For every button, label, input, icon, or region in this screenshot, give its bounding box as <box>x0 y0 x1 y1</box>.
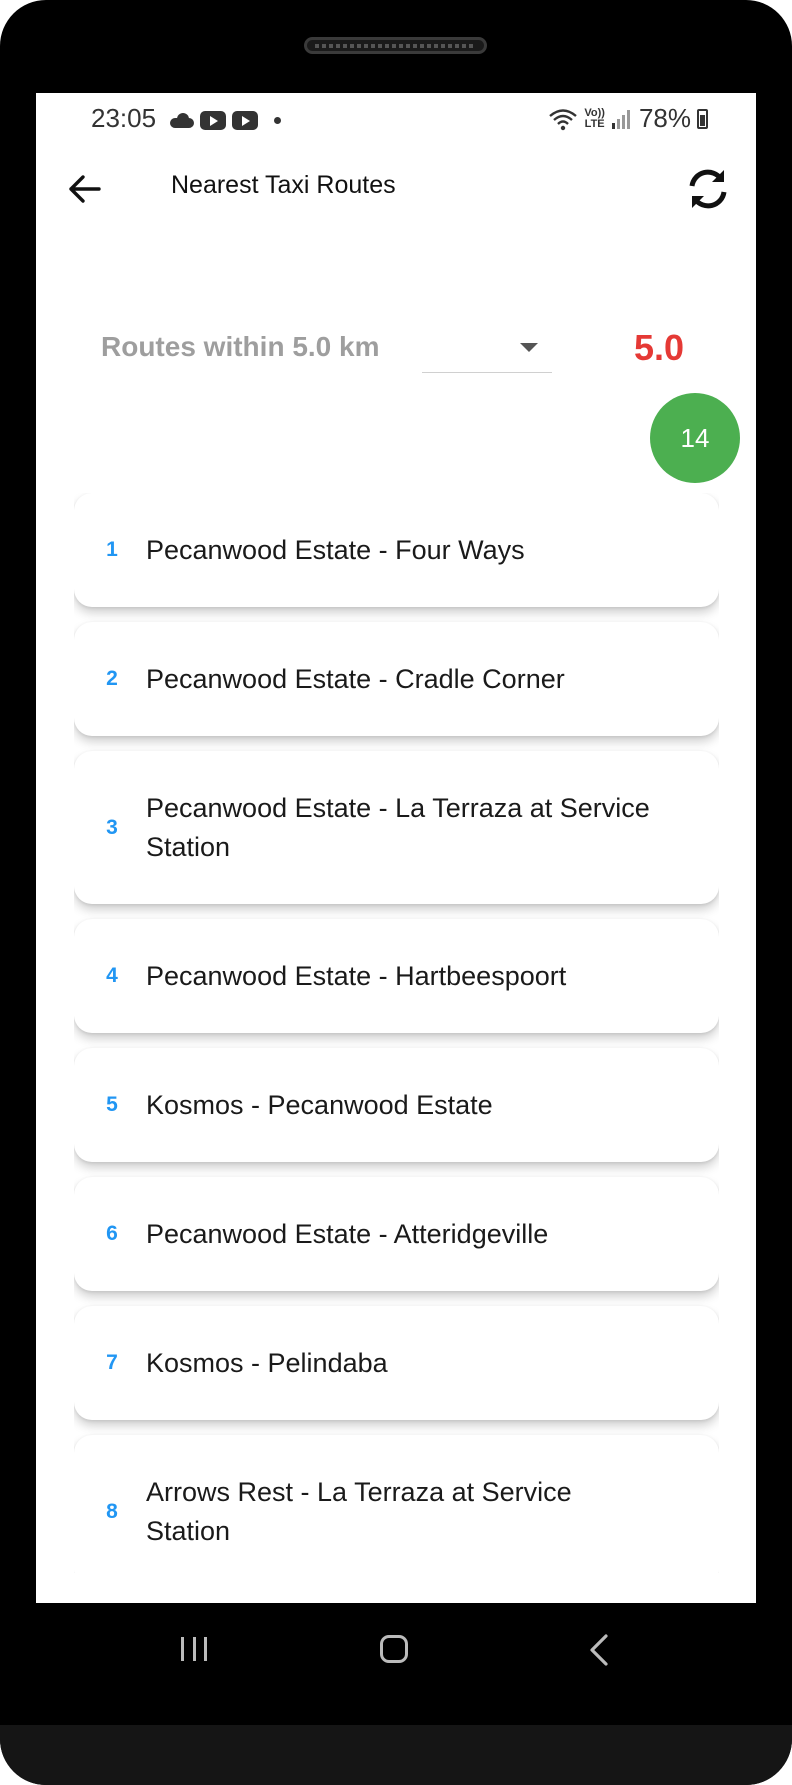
refresh-icon <box>689 169 727 209</box>
volte-top-text: Vo)) <box>584 106 605 119</box>
youtube-icon <box>200 110 226 130</box>
volte-bottom-text: LTE <box>584 117 605 130</box>
route-card[interactable]: 3 Pecanwood Estate - La Terraza at Servi… <box>74 751 719 904</box>
route-index: 2 <box>106 667 118 690</box>
arrow-left-icon <box>69 175 101 203</box>
route-index: 1 <box>106 538 118 561</box>
route-name: Pecanwood Estate - La Terraza at Service… <box>146 792 650 862</box>
route-index: 5 <box>106 1093 118 1116</box>
distance-value: 5.0 <box>634 327 685 368</box>
route-index: 7 <box>106 1351 118 1374</box>
route-name: Pecanwood Estate - Hartbeespoort <box>146 960 567 991</box>
wifi-icon <box>549 108 578 130</box>
app-screen: 23:05 Vo)) LTE 78% Nearest Taxi Routes R… <box>36 93 756 1603</box>
refresh-button[interactable] <box>682 163 734 215</box>
route-index: 3 <box>106 815 118 839</box>
route-card[interactable]: 4 Pecanwood Estate - Hartbeespoort <box>74 919 719 1033</box>
dot-icon <box>274 116 281 124</box>
route-name: Pecanwood Estate - Four Ways <box>146 534 525 565</box>
battery-percent: 78% <box>638 103 691 133</box>
route-count: 14 <box>680 422 710 453</box>
route-card[interactable]: 6 Pecanwood Estate - Atteridgeville <box>74 1177 719 1291</box>
route-card[interactable]: 5 Kosmos - Pecanwood Estate <box>74 1048 719 1162</box>
status-bar: 23:05 Vo)) LTE 78% <box>36 93 756 145</box>
system-nav-bar <box>36 1603 756 1693</box>
cloud-icon <box>170 113 194 128</box>
back-button[interactable] <box>62 167 106 211</box>
status-time: 23:05 <box>91 103 157 133</box>
chevron-down-icon <box>520 343 538 352</box>
route-list[interactable]: 1 Pecanwood Estate - Four Ways 2 Pecanwo… <box>74 493 719 1573</box>
route-name: Kosmos - Pelindaba <box>146 1347 388 1378</box>
app-bar: Nearest Taxi Routes <box>36 145 756 241</box>
route-card[interactable]: 2 Pecanwood Estate - Cradle Corner <box>74 622 719 736</box>
route-name: Pecanwood Estate - Cradle Corner <box>146 663 565 694</box>
youtube-icon <box>232 110 258 130</box>
home-icon[interactable] <box>380 1635 408 1663</box>
page-title: Nearest Taxi Routes <box>171 171 396 199</box>
phone-frame: 23:05 Vo)) LTE 78% Nearest Taxi Routes R… <box>0 0 792 1785</box>
route-name: Pecanwood Estate - Atteridgeville <box>146 1218 549 1249</box>
route-index: 4 <box>106 964 118 987</box>
earpiece-speaker <box>304 37 487 54</box>
distance-dropdown[interactable] <box>422 323 552 373</box>
route-index: 8 <box>106 1499 118 1523</box>
recents-icon[interactable] <box>181 1637 207 1661</box>
route-name: Kosmos - Pecanwood Estate <box>146 1089 493 1120</box>
route-card[interactable]: 8 Arrows Rest - La Terraza at Service St… <box>74 1435 719 1573</box>
status-left-icons <box>170 107 281 133</box>
route-count-badge[interactable]: 14 <box>650 393 740 483</box>
route-name: Arrows Rest - La Terraza at Service Stat… <box>146 1476 572 1546</box>
route-card[interactable]: 7 Kosmos - Pelindaba <box>74 1306 719 1420</box>
status-right-icons: Vo)) LTE 78% <box>548 103 708 134</box>
signal-icon <box>611 109 630 129</box>
route-card[interactable]: 1 Pecanwood Estate - Four Ways <box>74 493 719 607</box>
route-index: 6 <box>106 1222 118 1245</box>
phone-chin <box>0 1725 792 1785</box>
distance-filter-label: Routes within 5.0 km <box>101 331 380 362</box>
battery-icon <box>697 108 708 129</box>
volte-icon: Vo)) LTE <box>584 106 605 130</box>
back-icon[interactable] <box>584 1633 614 1667</box>
